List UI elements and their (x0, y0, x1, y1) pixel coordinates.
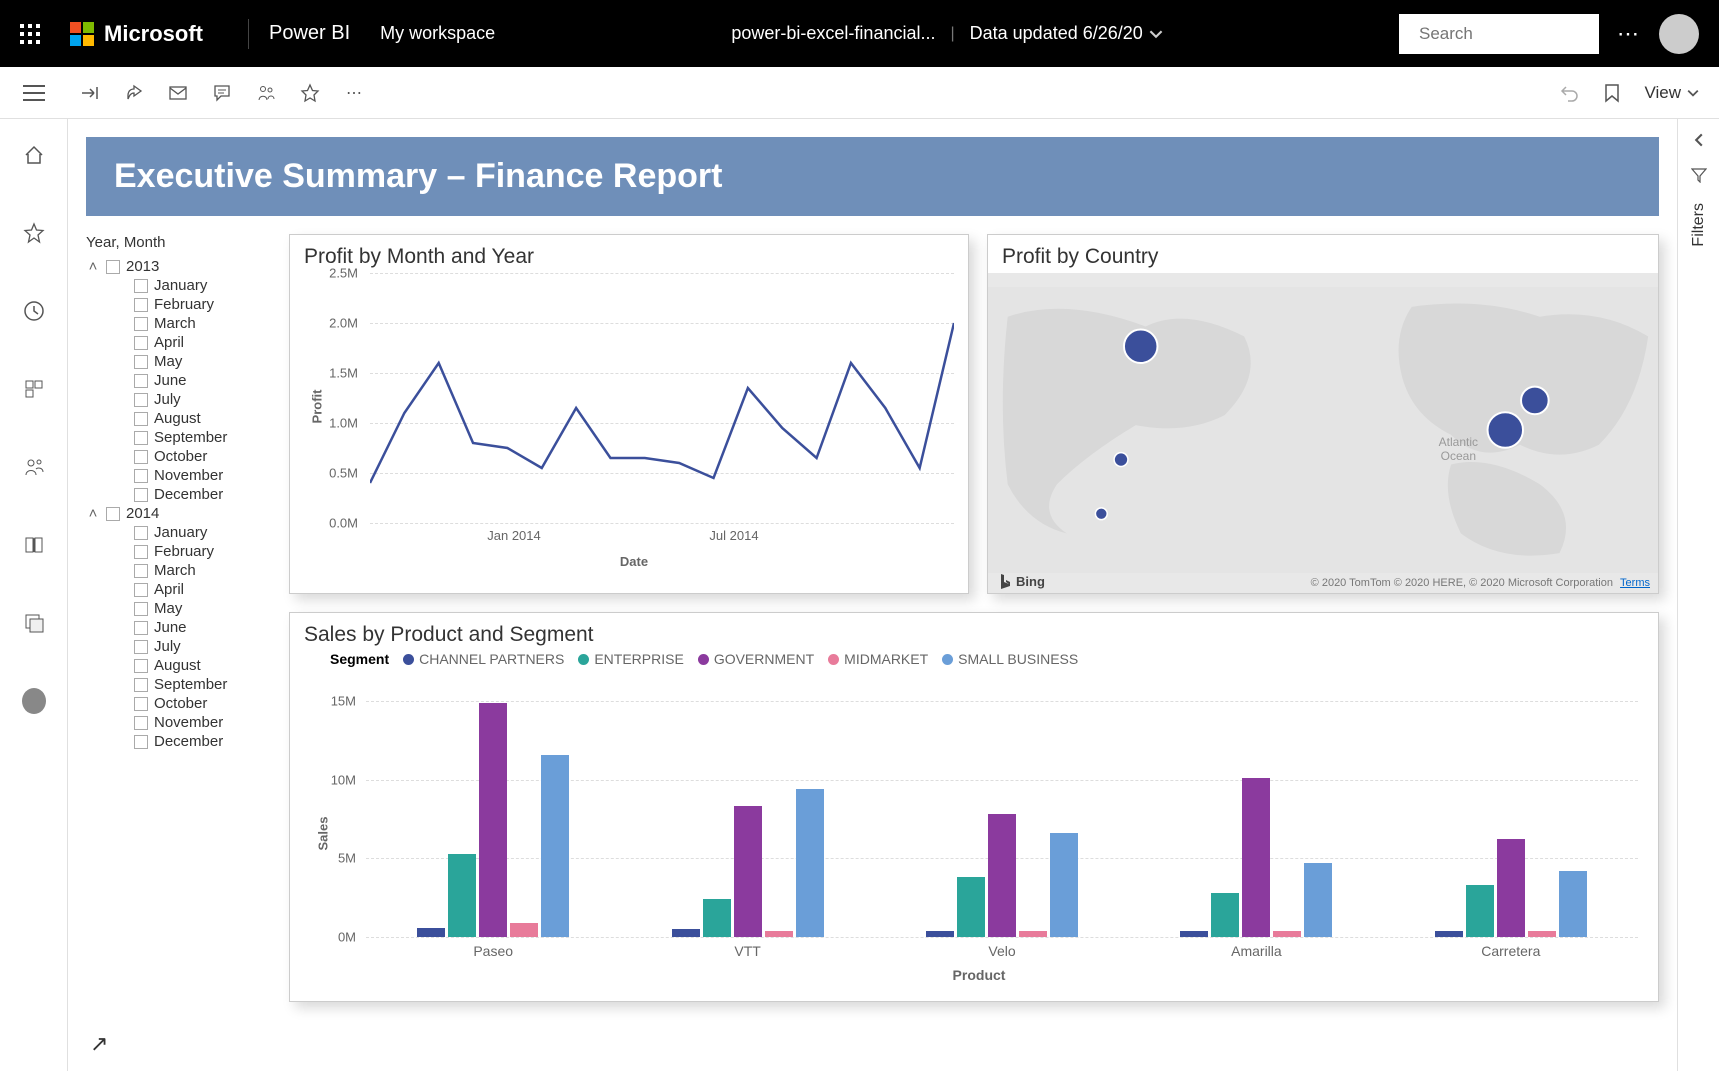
workspace-link[interactable]: My workspace (380, 23, 495, 44)
chevron-left-icon (1692, 133, 1706, 147)
x-axis-label: Date (620, 554, 648, 569)
action-toolbar: ⋯ View (0, 67, 1719, 119)
slicer-month-row[interactable]: December (86, 732, 271, 751)
avatar[interactable] (1659, 14, 1699, 54)
map-terms-link[interactable]: Terms (1620, 577, 1650, 589)
slicer-title: Year, Month (86, 234, 271, 251)
bing-logo: Bing (998, 573, 1045, 589)
search-input[interactable] (1419, 24, 1640, 44)
bookmark-icon[interactable] (1602, 83, 1622, 103)
slicer-month-row[interactable]: June (86, 618, 271, 637)
profit-by-month-chart[interactable]: Profit by Month and Year Profit 0.0M0.5M… (289, 234, 969, 594)
home-icon[interactable] (22, 143, 46, 167)
slicer-month-row[interactable]: March (86, 561, 271, 580)
teams-icon[interactable] (256, 83, 276, 103)
slicer-month-row[interactable]: April (86, 333, 271, 352)
view-dropdown[interactable]: View (1644, 83, 1699, 103)
slicer-month-row[interactable]: July (86, 390, 271, 409)
slicer-month-row[interactable]: October (86, 447, 271, 466)
data-updated-dropdown[interactable]: Data updated 6/26/20 (970, 23, 1163, 44)
filters-label: Filters (1690, 203, 1708, 247)
learn-icon[interactable] (22, 533, 46, 557)
slicer-month-row[interactable]: November (86, 466, 271, 485)
product-label: Power BI (269, 22, 350, 45)
share-icon[interactable] (124, 83, 144, 103)
apps-icon[interactable] (22, 377, 46, 401)
global-header: Microsoft Power BI My workspace power-bi… (0, 0, 1719, 67)
brand-label: Microsoft (104, 21, 203, 47)
slicer-year-row[interactable]: ˄2013 (86, 257, 271, 276)
file-export-icon[interactable] (80, 83, 100, 103)
chart-title: Profit by Month and Year (290, 235, 968, 273)
more-options-icon[interactable]: ⋯ (1617, 21, 1641, 47)
profit-by-country-map[interactable]: Profit by Country (987, 234, 1659, 594)
document-title[interactable]: power-bi-excel-financial... (731, 23, 935, 44)
slicer-month-row[interactable]: January (86, 276, 271, 295)
map-visual (988, 273, 1658, 587)
expand-icon[interactable]: ↗ (90, 1031, 108, 1057)
chart-legend: SegmentCHANNEL PARTNERSENTERPRISEGOVERNM… (290, 651, 1658, 673)
favorite-icon[interactable] (300, 83, 320, 103)
nav-rail (0, 119, 68, 1071)
slicer-month-row[interactable]: May (86, 599, 271, 618)
workspaces-icon[interactable] (22, 611, 46, 635)
filters-pane-collapsed[interactable]: Filters (1677, 119, 1719, 1071)
slicer-month-row[interactable]: February (86, 295, 271, 314)
report-canvas: Executive Summary – Finance Report Year,… (68, 119, 1677, 1071)
slicer-month-row[interactable]: April (86, 580, 271, 599)
slicer-month-row[interactable]: November (86, 713, 271, 732)
chart-title: Sales by Product and Segment (290, 613, 1658, 651)
slicer-year-row[interactable]: ˄2014 (86, 504, 271, 523)
slicer-month-row[interactable]: May (86, 352, 271, 371)
more-icon[interactable]: ⋯ (344, 83, 364, 103)
slicer-month-row[interactable]: September (86, 675, 271, 694)
chevron-down-icon (1687, 87, 1699, 99)
slicer-month-row[interactable]: January (86, 523, 271, 542)
slicer-month-row[interactable]: March (86, 314, 271, 333)
chart-title: Profit by Country (988, 235, 1658, 273)
undo-icon[interactable] (1560, 83, 1580, 103)
filter-icon (1691, 167, 1707, 183)
slicer-month-row[interactable]: February (86, 542, 271, 561)
slicer-month-row[interactable]: August (86, 656, 271, 675)
slicer-month-row[interactable]: October (86, 694, 271, 713)
date-slicer[interactable]: Year, Month ˄2013JanuaryFebruaryMarchApr… (86, 234, 271, 1002)
email-icon[interactable] (168, 83, 188, 103)
slicer-month-row[interactable]: June (86, 371, 271, 390)
slicer-month-row[interactable]: September (86, 428, 271, 447)
map-ocean-label: AtlanticOcean (1439, 435, 1478, 463)
slicer-month-row[interactable]: July (86, 637, 271, 656)
slicer-month-row[interactable]: December (86, 485, 271, 504)
map-attribution: © 2020 TomTom © 2020 HERE, © 2020 Micros… (1311, 577, 1650, 589)
app-launcher-icon[interactable] (20, 24, 40, 44)
chevron-down-icon (1149, 27, 1163, 41)
search-box[interactable] (1399, 14, 1599, 54)
microsoft-logo: Microsoft (70, 21, 203, 47)
favorites-icon[interactable] (22, 221, 46, 245)
sales-by-product-chart[interactable]: Sales by Product and Segment SegmentCHAN… (289, 612, 1659, 1002)
recent-icon[interactable] (22, 299, 46, 323)
shared-icon[interactable] (22, 455, 46, 479)
nav-toggle-button[interactable] (0, 67, 68, 119)
x-axis-label: Product (953, 967, 1006, 983)
current-workspace-dot[interactable] (22, 689, 46, 713)
report-title: Executive Summary – Finance Report (114, 157, 1631, 196)
slicer-month-row[interactable]: August (86, 409, 271, 428)
comment-icon[interactable] (212, 83, 232, 103)
report-title-bar: Executive Summary – Finance Report (86, 137, 1659, 216)
